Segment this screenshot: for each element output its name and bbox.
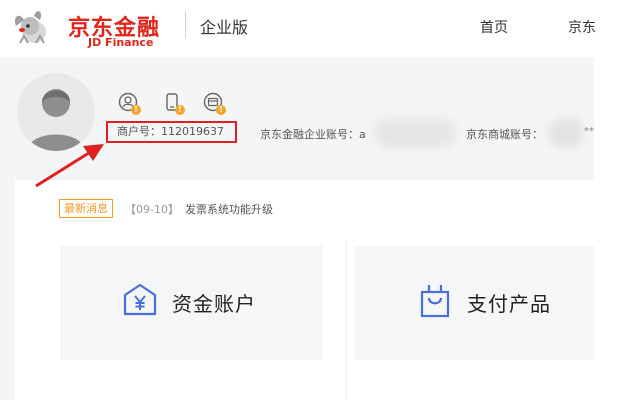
top-header: 京东金融 JD Finance 企业版 首页 京东 <box>0 0 620 59</box>
card-divider <box>346 240 347 400</box>
fund-account-label: 资金账户 <box>172 292 256 316</box>
pay-products-card[interactable]: 支付产品 <box>354 246 594 360</box>
bank-card-button[interactable]: ! <box>203 92 226 115</box>
logo-divider <box>185 12 186 38</box>
news-tag: 最新消息 <box>59 199 113 218</box>
jd-dog-mascot-icon <box>14 11 46 44</box>
mall-account-value: ** <box>584 126 594 137</box>
warning-badge-icon: ! <box>131 105 141 115</box>
merchant-number-highlight: 商户号：112019637 <box>106 121 237 143</box>
finance-account-text: 京东金融企业账号：a <box>260 126 366 142</box>
merchant-number-label: 商户号： <box>117 125 161 138</box>
right-edge-mask <box>594 58 620 400</box>
fund-account-card[interactable]: 资金账户 <box>60 246 323 360</box>
user-avatar-icon <box>27 89 85 151</box>
avatar[interactable] <box>17 73 95 151</box>
logo-english-text: JD Finance <box>88 36 154 49</box>
shopping-bag-icon <box>420 285 450 318</box>
pay-products-label: 支付产品 <box>467 292 551 316</box>
merchant-number-value: 112019637 <box>161 125 224 138</box>
warning-badge-icon: ! <box>216 105 226 115</box>
finance-account-value: a <box>359 128 366 141</box>
nav-jd-link[interactable]: 京东 <box>568 17 596 37</box>
user-info-button[interactable]: ! <box>118 92 141 115</box>
news-headline-link[interactable]: 发票系统功能升级 <box>185 201 273 217</box>
finance-account-redaction <box>374 118 456 148</box>
news-date: 【09-10】 <box>125 203 179 216</box>
edition-label: 企业版 <box>200 18 249 37</box>
fund-account-icon <box>123 283 157 316</box>
warning-badge-icon: ! <box>175 105 185 115</box>
mall-account-redaction <box>548 118 584 148</box>
mobile-info-button[interactable]: ! <box>162 92 185 115</box>
dashboard-panel: 最新消息 【09-10】 发票系统功能升级 资金账户 支付产品 <box>15 180 594 400</box>
mall-account-text: 京东商城账号： <box>466 126 543 142</box>
nav-home-link[interactable]: 首页 <box>480 17 508 37</box>
jd-finance-logo[interactable]: 京东金融 JD Finance <box>10 6 180 50</box>
mall-account-label: 京东商城账号： <box>466 128 543 141</box>
finance-account-label: 京东金融企业账号： <box>260 128 359 141</box>
